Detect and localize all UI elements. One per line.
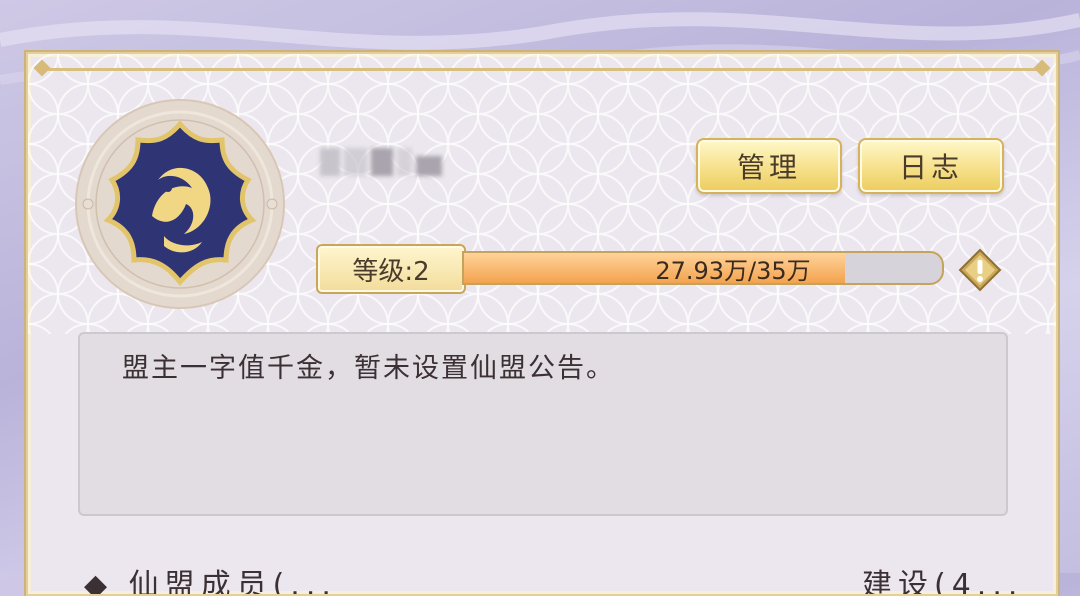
- phoenix-emblem-icon[interactable]: [72, 96, 288, 312]
- guild-construction-heading: 建设(4...: [862, 568, 1024, 596]
- progress-text: 27.93万/35万: [655, 256, 811, 285]
- guild-info-panel: 管理 日志 等级:2 27.93万/35万 盟主一字值千金，暂未设置仙盟公告。 …: [26, 52, 1058, 596]
- guild-exp-progress-bar: 27.93万/35万: [462, 251, 944, 285]
- log-button[interactable]: 日志: [858, 138, 1004, 194]
- guild-notice-box[interactable]: 盟主一字值千金，暂未设置仙盟公告。: [78, 332, 1008, 516]
- manage-button[interactable]: 管理: [696, 138, 842, 194]
- guild-members-heading: ◆ 仙盟成员(...: [84, 568, 337, 596]
- guild-name-blurred: [320, 144, 442, 180]
- guild-level-label: 等级:2: [316, 244, 466, 294]
- exclamation-diamond-icon[interactable]: [958, 248, 1002, 292]
- guild-notice-text: 盟主一字值千金，暂未设置仙盟公告。: [122, 353, 615, 384]
- panel-top-border: [40, 68, 1044, 71]
